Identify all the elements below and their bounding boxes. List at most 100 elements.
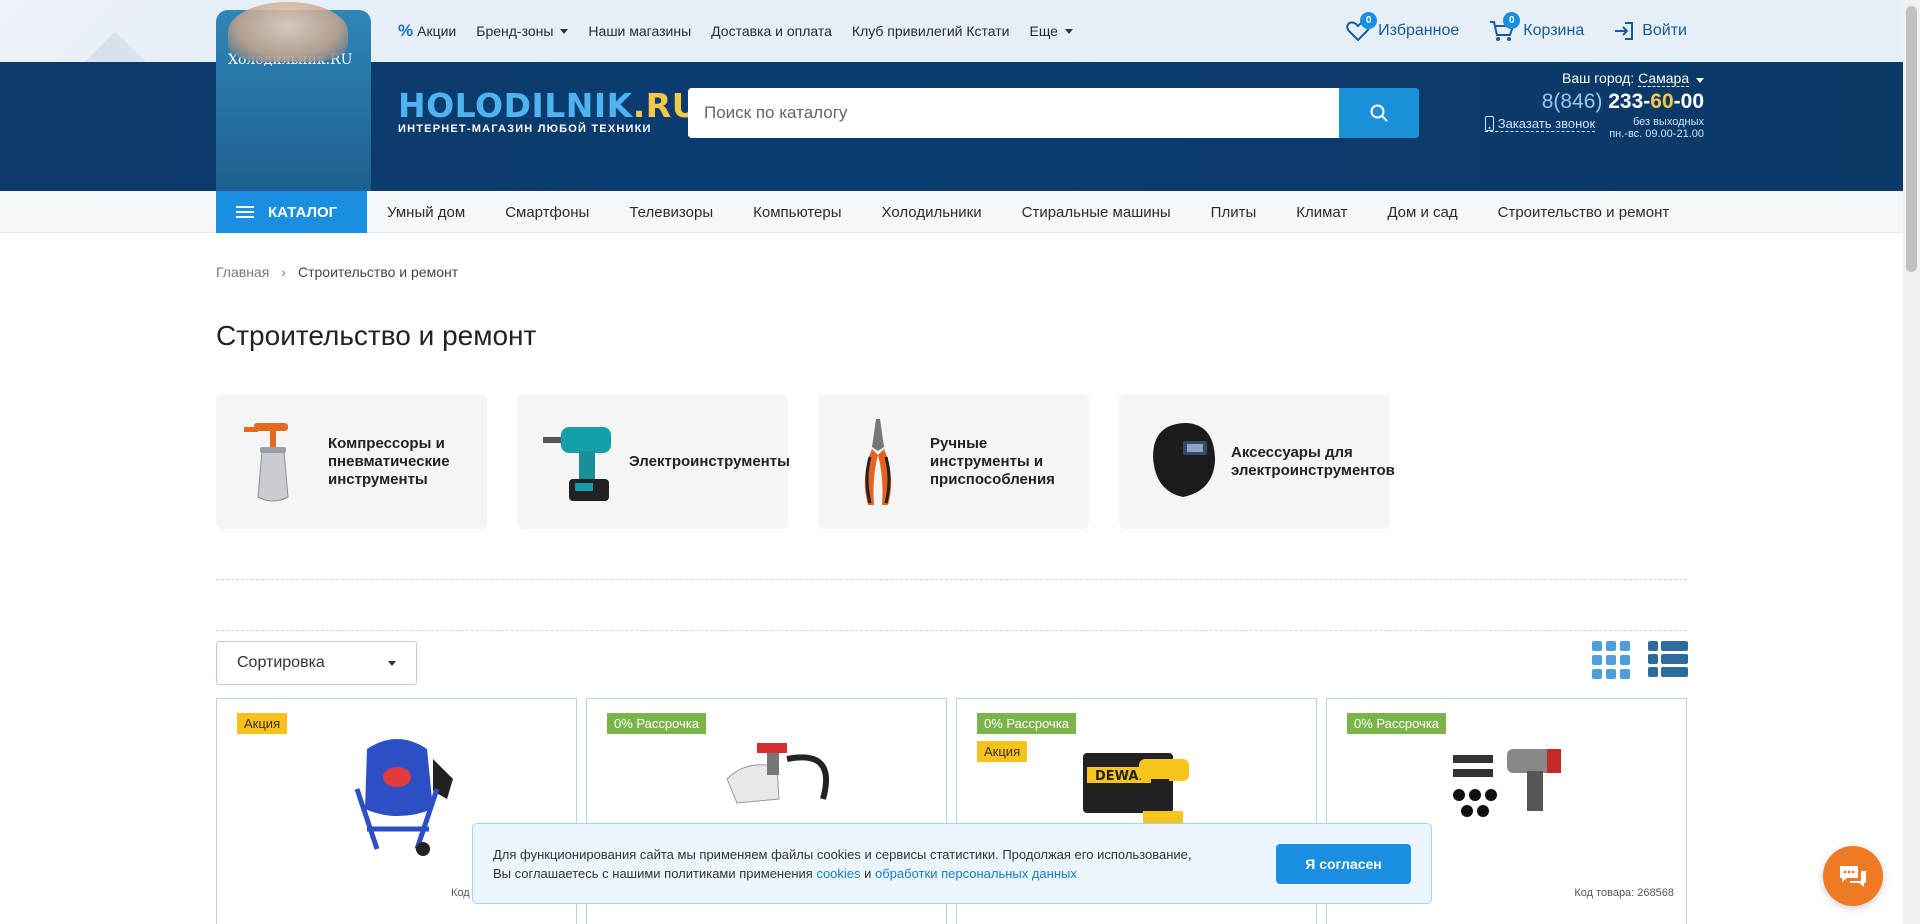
topnav-label: Акции xyxy=(417,23,457,39)
working-hours: без выходных пн.-вс. 09.00-21.00 xyxy=(1609,116,1704,140)
category-smart-home[interactable]: Умный дом xyxy=(387,204,465,221)
divider xyxy=(216,579,1687,580)
hours-line2: пн.-вс. 09.00-21.00 xyxy=(1609,128,1704,140)
page-scrollbar[interactable] xyxy=(1903,0,1920,924)
cart-link[interactable]: 0 Корзина xyxy=(1489,12,1585,42)
topnav-label: Доставка и оплата xyxy=(711,23,832,39)
category-nav: КАТАЛОГ Умный дом Смартфоны Телевизоры К… xyxy=(0,191,1903,233)
search-bar xyxy=(688,88,1419,138)
installment-tag: 0% Рассрочка xyxy=(977,713,1077,734)
subcategory-name: Аксессуары для электроинструментов xyxy=(1231,443,1395,479)
category-computers[interactable]: Компьютеры xyxy=(753,204,841,221)
divider xyxy=(216,630,1687,631)
category-construction[interactable]: Строительство и ремонт xyxy=(1498,204,1670,221)
callback-label: Заказать звонок xyxy=(1497,116,1596,131)
topnav-label: Бренд-зоны xyxy=(476,23,554,39)
site-logo[interactable]: HOLODILNIK.RU ИНТЕРНЕТ-МАГАЗИН ЛЮБОЙ ТЕХ… xyxy=(398,86,699,135)
mobile-phone-icon xyxy=(1484,116,1494,131)
product-code: Код xyxy=(451,887,470,899)
subcategory-name: Компрессоры и пневматические инструменты xyxy=(328,434,450,488)
list-view-icon[interactable] xyxy=(1648,641,1688,679)
search-input[interactable] xyxy=(688,88,1339,138)
phone-number[interactable]: 8(846) 233-60-00 xyxy=(1485,90,1704,114)
subcategory-tile-power-tools[interactable]: Электроинструменты xyxy=(517,394,790,529)
scrollbar-thumb[interactable] xyxy=(1906,6,1917,272)
cookie-agree-button[interactable]: Я согласен xyxy=(1276,843,1411,884)
chat-button[interactable] xyxy=(1823,846,1883,906)
cookie-line2-mid: и xyxy=(860,865,876,881)
privacy-policy-link[interactable]: обработки персональных данных xyxy=(875,866,1077,881)
cart-label: Корзина xyxy=(1523,22,1585,39)
topnav-label: Клуб привилегий Кстати xyxy=(851,23,1010,39)
category-fridges[interactable]: Холодильники xyxy=(882,204,982,221)
page-title: Строительство и ремонт xyxy=(216,320,537,351)
cookie-banner: Для функционирования сайта мы применяем … xyxy=(472,823,1432,904)
category-climate[interactable]: Климат xyxy=(1296,204,1347,221)
category-list: Умный дом Смартфоны Телевизоры Компьютер… xyxy=(387,191,1669,233)
concrete-mixer-icon xyxy=(337,719,467,856)
subcategory-name: Электроинструменты xyxy=(629,452,790,470)
topnav-brand-zones[interactable]: Бренд-зоны xyxy=(476,23,569,39)
chat-icon xyxy=(1840,866,1866,887)
login-link[interactable]: Войти xyxy=(1614,21,1687,41)
topnav-club[interactable]: Клуб привилегий Кстати xyxy=(852,23,1010,39)
cookies-policy-link[interactable]: cookies xyxy=(816,866,860,881)
cookie-text: Для функционирования сайта мы применяем … xyxy=(493,845,1246,883)
grid-view-icon[interactable] xyxy=(1592,641,1630,679)
breadcrumb-current: Строительство и ремонт xyxy=(297,264,459,280)
login-icon xyxy=(1615,22,1634,40)
topnav-label: Еще xyxy=(1029,23,1058,39)
catalog-button[interactable]: КАТАЛОГ xyxy=(216,191,367,233)
chevron-right-icon: › xyxy=(281,264,286,280)
drill-icon xyxy=(541,417,613,507)
subcategory-tile-accessories[interactable]: Аксессуары для электроинструментов xyxy=(1119,394,1395,529)
subcategory-tiles: Компрессоры и пневматические инструменты… xyxy=(216,394,1395,529)
breadcrumb: Главная › Строительство и ремонт xyxy=(216,264,458,280)
topnav-stores[interactable]: Наши магазины xyxy=(588,23,691,39)
phone-end: -00 xyxy=(1673,90,1704,113)
promo-tag: Акция xyxy=(237,713,288,734)
installment-tag: 0% Рассрочка xyxy=(607,713,707,734)
cookie-line1: Для функционирования сайта мы применяем … xyxy=(493,846,1192,862)
category-tvs[interactable]: Телевизоры xyxy=(629,204,713,221)
callback-link[interactable]: Заказать звонок xyxy=(1484,116,1596,132)
subcategory-name: Ручные инструменты и приспособления xyxy=(930,434,1055,488)
category-washers[interactable]: Стиральные машины xyxy=(1022,204,1171,221)
logo-main: HOLODILNIK xyxy=(398,86,633,125)
subcategory-tile-hand-tools[interactable]: Ручные инструменты и приспособления xyxy=(818,394,1089,529)
favorites-link[interactable]: 0 Избранное xyxy=(1346,12,1459,42)
caret-down-icon xyxy=(388,660,396,666)
breadcrumb-home[interactable]: Главная xyxy=(216,264,269,280)
hours-line1: без выходных xyxy=(1632,116,1704,128)
phone-prefix: 8(846) xyxy=(1541,90,1609,113)
category-home-garden[interactable]: Дом и сад xyxy=(1387,204,1457,221)
phone-main: 233- xyxy=(1608,90,1651,113)
top-nav: % Акции Бренд-зоны Наши магазины Доставк… xyxy=(398,0,1073,62)
city-value: Самара xyxy=(1638,70,1690,87)
topnav-delivery[interactable]: Доставка и оплата xyxy=(711,23,832,39)
product-code: Код товара: 268568 xyxy=(1574,887,1674,899)
favorites-count-badge: 0 xyxy=(1360,12,1378,29)
pliers-icon xyxy=(842,417,914,507)
search-button[interactable] xyxy=(1339,88,1419,138)
welding-mask-icon xyxy=(1143,417,1215,507)
contact-block: Ваш город: Самара 8(846) 233-60-00 Заказ… xyxy=(1484,70,1704,140)
mascot-person-image xyxy=(228,2,348,62)
phone-highlight: 60 xyxy=(1650,90,1674,113)
spray-gun-icon xyxy=(240,417,312,507)
caret-down-icon xyxy=(1064,28,1073,34)
topnav-promo[interactable]: % Акции xyxy=(398,21,456,41)
login-label: Войти xyxy=(1642,22,1687,39)
catalog-label: КАТАЛОГ xyxy=(268,203,338,221)
topnav-more[interactable]: Еще xyxy=(1029,23,1073,39)
city-selector[interactable]: Ваш город: Самара xyxy=(1485,70,1704,87)
subcategory-tile-compressors[interactable]: Компрессоры и пневматические инструменты xyxy=(216,394,487,529)
cart-count-badge: 0 xyxy=(1503,12,1521,29)
topnav-label: Наши магазины xyxy=(588,23,692,39)
installment-tag: 0% Рассрочка xyxy=(1347,713,1447,734)
caret-down-icon xyxy=(1696,78,1704,83)
category-smartphones[interactable]: Смартфоны xyxy=(505,204,589,221)
impact-wrench-icon xyxy=(1447,719,1577,849)
sort-dropdown[interactable]: Сортировка xyxy=(216,641,417,685)
category-stoves[interactable]: Плиты xyxy=(1211,204,1257,221)
